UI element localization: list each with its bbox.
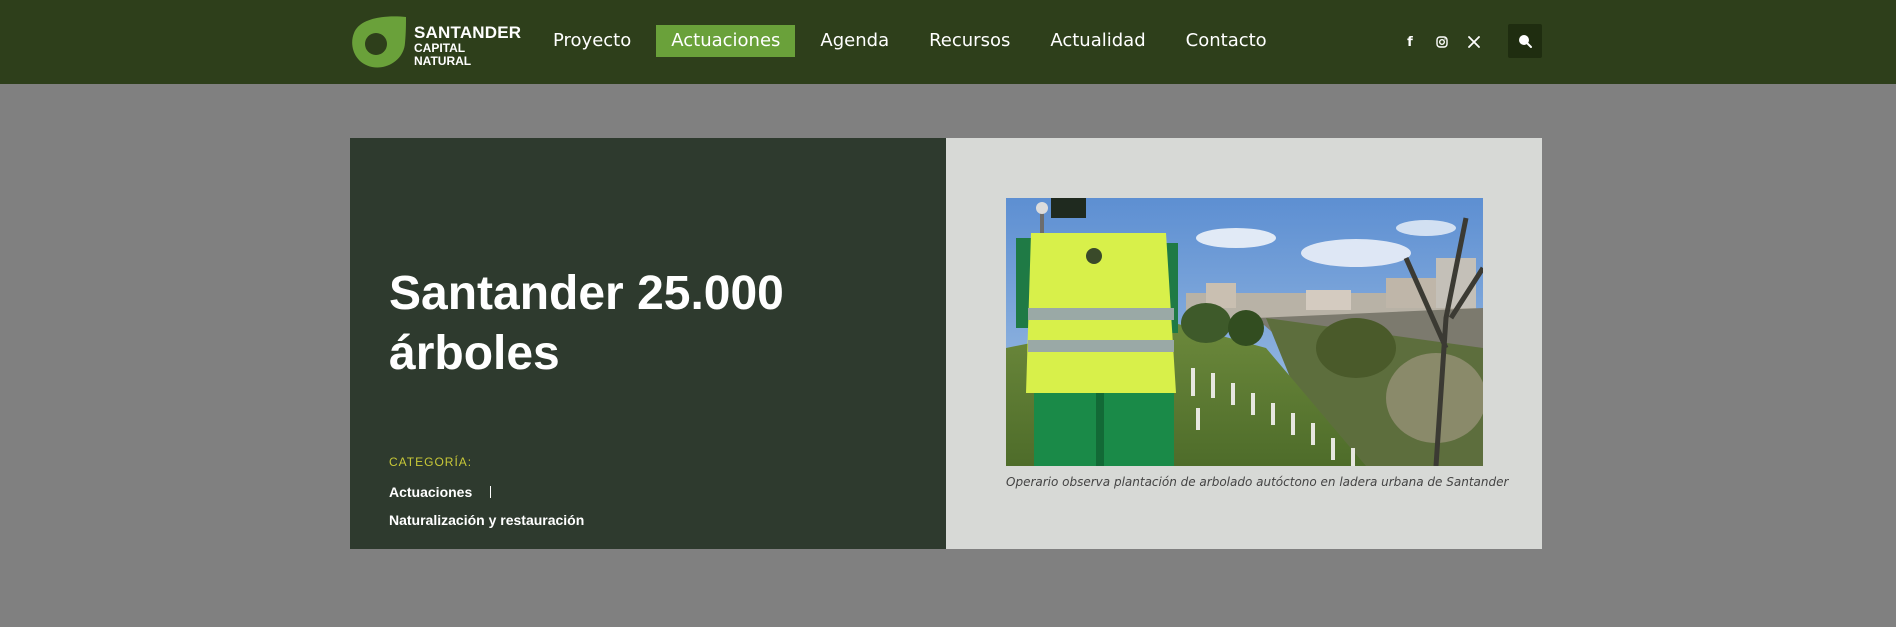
main-nav: Proyecto Actuaciones Agenda Recursos Act…	[538, 25, 1292, 57]
article-info-panel: Santander 25.000 árboles CATEGORÍA: Actu…	[350, 138, 946, 549]
article-hero-card: Santander 25.000 árboles CATEGORÍA: Actu…	[350, 138, 1542, 549]
category-link-naturalizacion[interactable]: Naturalización y restauración	[389, 506, 584, 534]
search-button[interactable]	[1508, 24, 1542, 58]
leaf-ring-logo-icon	[352, 16, 406, 68]
search-icon	[1519, 35, 1532, 48]
article-media-panel: Operario observa plantación de arbolado …	[946, 138, 1542, 549]
site-logo[interactable]: SANTANDER CAPITAL NATURAL	[348, 15, 521, 69]
nav-item-actualidad[interactable]: Actualidad	[1035, 25, 1160, 57]
x-glyph-icon	[1468, 36, 1480, 48]
logo-line-1: SANTANDER	[414, 23, 522, 42]
instagram-icon[interactable]	[1428, 28, 1456, 56]
social-links: f	[1396, 28, 1492, 56]
x-twitter-icon[interactable]	[1460, 28, 1488, 56]
worker-planting-photo-image	[1006, 198, 1483, 466]
instagram-glyph-icon	[1436, 36, 1448, 48]
category-row: Actuaciones	[389, 478, 689, 506]
logo-line-3: NATURAL	[414, 54, 472, 68]
nav-item-agenda[interactable]: Agenda	[805, 25, 904, 57]
article-title: Santander 25.000 árboles	[389, 267, 784, 380]
nav-item-recursos[interactable]: Recursos	[914, 25, 1025, 57]
nav-item-contacto[interactable]: Contacto	[1171, 25, 1282, 57]
facebook-icon[interactable]: f	[1396, 28, 1424, 56]
logo-text: SANTANDER CAPITAL NATURAL	[414, 24, 521, 67]
logo-line-2: CAPITAL	[414, 41, 466, 55]
nav-item-actuaciones[interactable]: Actuaciones	[656, 25, 796, 57]
nav-item-proyecto[interactable]: Proyecto	[538, 25, 646, 57]
category-link-actuaciones[interactable]: Actuaciones	[389, 478, 472, 506]
site-header: SANTANDER CAPITAL NATURAL Proyecto Actua…	[0, 0, 1896, 84]
article-photo	[1006, 198, 1483, 466]
photo-caption: Operario observa plantación de arbolado …	[1006, 475, 1509, 489]
category-label: CATEGORÍA:	[389, 455, 473, 469]
category-row: Naturalización y restauración	[389, 506, 689, 534]
category-list: Actuaciones Naturalización y restauració…	[389, 478, 689, 534]
category-separator	[490, 486, 492, 498]
